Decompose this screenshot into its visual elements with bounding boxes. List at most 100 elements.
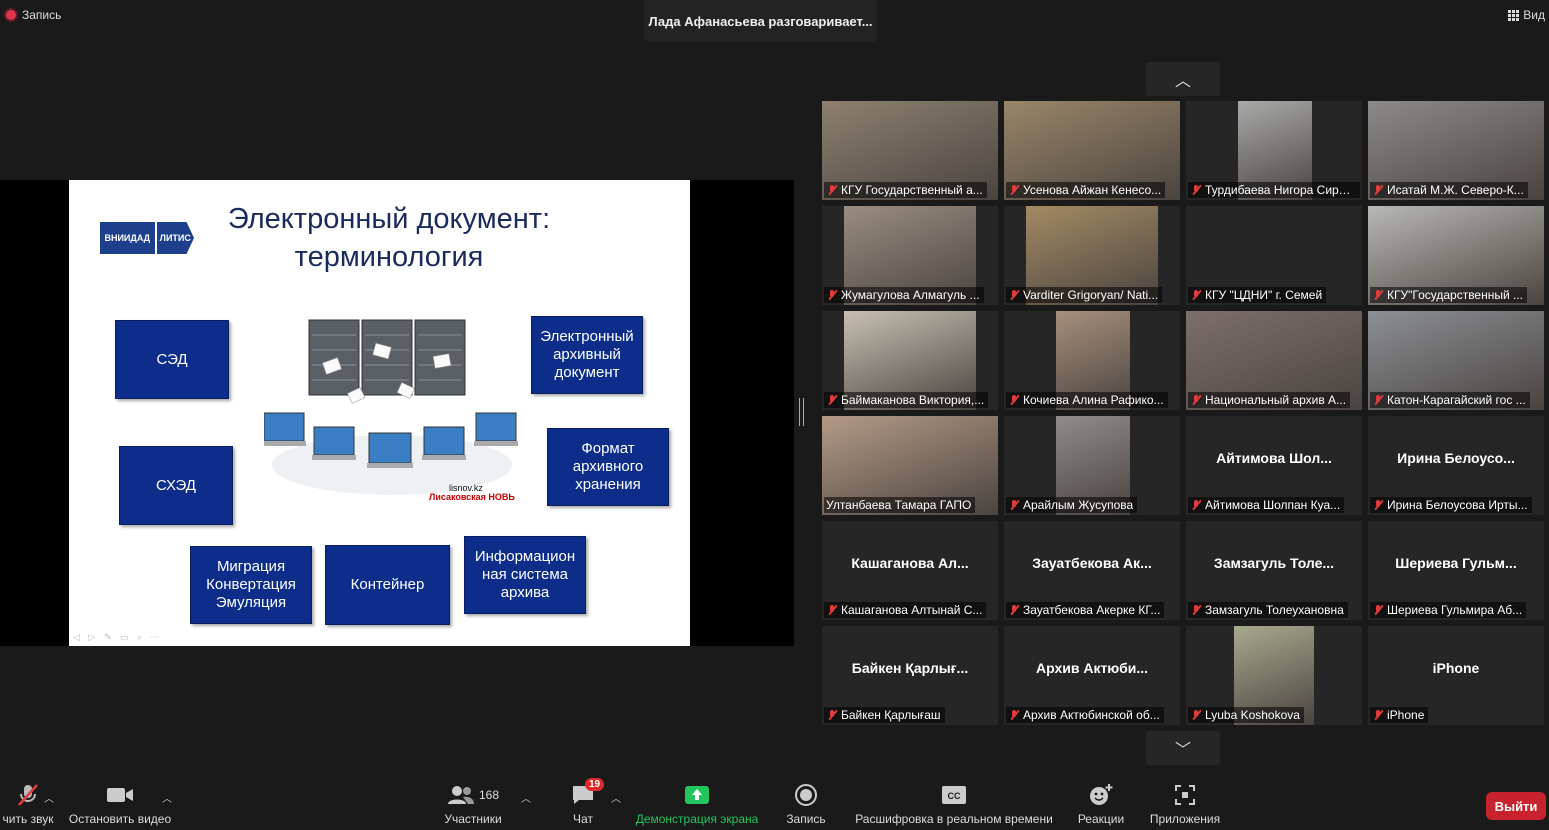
- mic-muted-icon: [826, 394, 838, 406]
- participant-display-name: Архив Актюби...: [1035, 660, 1149, 676]
- participant-tile[interactable]: Lyuba Koshokova: [1186, 626, 1362, 725]
- participant-display-name: Зауатбекова Ак...: [1032, 555, 1152, 571]
- apps-icon: [1174, 782, 1196, 808]
- mic-muted-icon: [16, 782, 40, 808]
- recording-indicator[interactable]: Запись: [6, 8, 61, 22]
- participant-name-label: Ирина Белоусова Ирты...: [1370, 497, 1532, 513]
- logo-left-text: ВНИИДАД: [100, 222, 155, 254]
- participant-tile[interactable]: Кашаганова Ал... Кашаганова Алтынай С...: [822, 521, 998, 620]
- speaker-text: Лада Афанасьева разговаривает...: [648, 13, 873, 29]
- audio-options-caret[interactable]: ︿: [44, 790, 54, 805]
- mic-muted-icon: [1008, 289, 1020, 301]
- reactions-button[interactable]: Реакции: [1074, 776, 1128, 830]
- mic-muted-icon: [826, 289, 838, 301]
- participants-count: 168: [478, 788, 500, 802]
- gallery-page-up-button[interactable]: ︿: [1146, 62, 1220, 96]
- participant-tile[interactable]: Усенова Айжан Кенесо...: [1004, 101, 1180, 200]
- presentation-slide: ВНИИДАД ЛИТИС Электронный документ: терм…: [69, 180, 690, 646]
- participant-tile[interactable]: КГУ "ЦДНИ" г. Семей: [1186, 206, 1362, 305]
- participant-display-name: Айтимова Шол...: [1216, 450, 1332, 466]
- view-button[interactable]: Вид: [1508, 8, 1545, 22]
- participant-tile[interactable]: Баймаканова Виктория,...: [822, 311, 998, 410]
- participant-tile[interactable]: Байкен Қарлығ... Байкен Қарлығаш: [822, 626, 998, 725]
- leave-button[interactable]: Выйти: [1486, 792, 1546, 820]
- participant-name: Lyuba Koshokova: [1205, 708, 1300, 722]
- participants-options-caret[interactable]: ︿: [521, 790, 531, 805]
- slide-title: Электронный документ: терминология: [227, 203, 551, 273]
- participant-tile[interactable]: Зауатбекова Ак... Зауатбекова Акерке КГ..…: [1004, 521, 1180, 620]
- closed-captions-icon: CC: [941, 782, 967, 808]
- participant-tile[interactable]: Замзагуль Толе... Замзагуль Толеухановна: [1186, 521, 1362, 620]
- participant-name-label: Арайлым Жусупова: [1006, 497, 1138, 513]
- participant-tile[interactable]: Кочиева Алина Рафико...: [1004, 311, 1180, 410]
- chat-button[interactable]: 19 Чат: [566, 776, 605, 830]
- mic-muted-icon: [826, 604, 838, 616]
- participant-name-label: Кочиева Алина Рафико...: [1006, 392, 1168, 408]
- participant-name-label: Жумагулова Алмагуль ...: [824, 287, 984, 303]
- participant-tile[interactable]: Исатай М.Ж. Северо-К...: [1368, 101, 1544, 200]
- participant-tile[interactable]: Ултанбаева Тамара ГАПО: [822, 416, 998, 515]
- participant-name: Турдибаева Нигора Сирда...: [1205, 183, 1356, 197]
- participant-name-label: Баймаканова Виктория,...: [824, 392, 989, 408]
- participant-name-label: Байкен Қарлығаш: [824, 707, 945, 723]
- participant-tile[interactable]: Турдибаева Нигора Сирда...: [1186, 101, 1362, 200]
- participant-name: Баймаканова Виктория,...: [841, 393, 985, 407]
- participant-name-label: Турдибаева Нигора Сирда...: [1188, 182, 1360, 198]
- slide-controls[interactable]: ◁ ▷ ✎ ▭ ⌕ ⋯: [73, 632, 162, 643]
- apps-label: Приложения: [1149, 812, 1221, 826]
- participant-name-label: Varditer Grigoryan/ Nati...: [1006, 287, 1163, 303]
- mic-muted-icon: [1190, 709, 1202, 721]
- participant-name: Усенова Айжан Кенесо...: [1023, 183, 1162, 197]
- participant-tile[interactable]: КГУ Государственный а...: [822, 101, 998, 200]
- participant-name: Байкен Қарлығаш: [841, 708, 941, 722]
- participant-name: Исатай М.Ж. Северо-К...: [1387, 183, 1524, 197]
- mic-muted-icon: [1008, 604, 1020, 616]
- mic-muted-icon: [1372, 289, 1384, 301]
- live-transcript-button[interactable]: CC Расшифровка в реальном времени: [852, 776, 1056, 830]
- illustration-newspaper-caption: Лисаковская НОВЬ: [429, 492, 515, 502]
- participant-tile[interactable]: Айтимова Шол... Айтимова Шолпан Куа...: [1186, 416, 1362, 515]
- gallery-page-down-button[interactable]: ﹀: [1146, 731, 1220, 765]
- participant-tile[interactable]: Ирина Белоусо... Ирина Белоусова Ирты...: [1368, 416, 1544, 515]
- video-options-caret[interactable]: ︿: [162, 790, 172, 805]
- participant-tile[interactable]: Катон-Карагайский гос ...: [1368, 311, 1544, 410]
- record-label: Запись: [786, 812, 826, 826]
- participant-name: Айтимова Шолпан Куа...: [1205, 498, 1341, 512]
- mic-muted-icon: [1190, 499, 1202, 511]
- box-format: Формат архивного хранения: [547, 428, 669, 506]
- participant-tile[interactable]: Архив Актюби... Архив Актюбинской об...: [1004, 626, 1180, 725]
- mic-muted-icon: [1372, 499, 1384, 511]
- logo-right-text: ЛИТИС: [156, 222, 194, 254]
- smiley-plus-icon: [1088, 782, 1114, 808]
- share-screen-button[interactable]: Демонстрация экрана: [634, 776, 760, 830]
- participant-tile[interactable]: iPhone iPhone: [1368, 626, 1544, 725]
- participant-tile[interactable]: Varditer Grigoryan/ Nati...: [1004, 206, 1180, 305]
- chat-label: Чат: [573, 812, 593, 826]
- participant-tile[interactable]: Жумагулова Алмагуль ...: [822, 206, 998, 305]
- stop-video-button[interactable]: Остановить видео: [66, 776, 174, 830]
- participant-tile[interactable]: КГУ"Государственный ...: [1368, 206, 1544, 305]
- participants-button[interactable]: 168 Участники: [440, 776, 506, 830]
- reactions-label: Реакции: [1077, 812, 1125, 826]
- participant-name: КГУ "ЦДНИ" г. Семей: [1205, 288, 1323, 302]
- split-resize-handle[interactable]: [799, 398, 804, 426]
- participant-name-label: Айтимова Шолпан Куа...: [1188, 497, 1345, 513]
- vniidad-logo: ВНИИДАД ЛИТИС: [100, 222, 194, 254]
- participant-display-name: Ирина Белоусо...: [1397, 450, 1515, 466]
- participant-name-label: Ултанбаева Тамара ГАПО: [824, 497, 976, 513]
- participant-name-label: Lyuba Koshokova: [1188, 707, 1304, 723]
- participant-tile[interactable]: Национальный архив А...: [1186, 311, 1362, 410]
- participant-tile[interactable]: Шериева Гульм... Шериева Гульмира Аб...: [1368, 521, 1544, 620]
- participant-name: Шериева Гульмира Аб...: [1387, 603, 1523, 617]
- participant-name: Катон-Карагайский гос ...: [1387, 393, 1526, 407]
- record-button[interactable]: Запись: [782, 776, 830, 830]
- participant-tile[interactable]: Арайлым Жусупова: [1004, 416, 1180, 515]
- chat-options-caret[interactable]: ︿: [611, 790, 621, 805]
- grid-view-icon: [1508, 9, 1520, 21]
- chat-unread-badge: 19: [585, 778, 605, 791]
- participant-name: Арайлым Жусупова: [1023, 498, 1134, 512]
- mic-muted-icon: [826, 184, 838, 196]
- apps-button[interactable]: Приложения: [1146, 776, 1224, 830]
- share-screen-icon: [684, 782, 710, 808]
- participant-name-label: iPhone: [1370, 707, 1429, 723]
